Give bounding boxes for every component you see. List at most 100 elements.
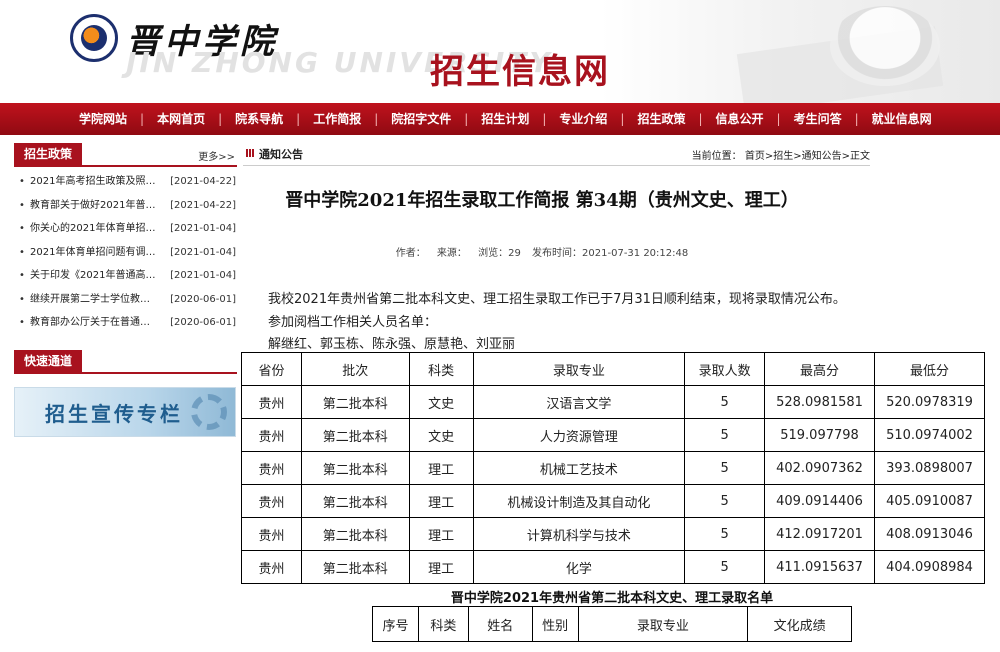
list-item-title[interactable]: 教育部关于做好2021年普… [30,194,168,218]
column-header: 录取专业 [472,352,686,386]
nav-item-majors[interactable]: 专业介绍 [546,103,620,135]
list-item-title[interactable]: 你关心的2021年体育单招… [30,217,168,241]
nav-item-enrollment-plan[interactable]: 招生计划 [468,103,542,135]
list-item-date: [2021-04-22] [170,199,236,211]
list-item-title[interactable]: 2021年体育单招问题有调… [30,241,168,265]
policy-box-header: 招生政策 更多>> [14,143,237,167]
list-item-date: [2021-04-22] [170,176,236,187]
table-row: 贵州 第二批本科 理工 机械工艺技术 5 402.0907362 393.0898007 [241,451,985,485]
meta-time: 发布时间：2021-07-31 20:12:48 [532,248,689,259]
table-cell: 贵州 [241,517,302,551]
table-cell: 5 [684,451,766,485]
list-item[interactable]: • 你关心的2021年体育单招… [2021-01-04] [14,217,237,241]
list-item-date: [2020-06-01] [170,317,236,328]
list-item-title[interactable]: 继续开展第二学士学位教… [30,288,168,312]
table-cell: 计算机科学与技术 [472,517,686,551]
table-cell: 理工 [408,550,474,584]
table-cell: 机械设计制造及其自动化 [472,484,686,518]
table-cell: 机械工艺技术 [472,451,686,485]
nav-item-admission-docs[interactable]: 院招字文件 [378,103,464,135]
table-row: 贵州 第二批本科 理工 机械设计制造及其自动化 5 409.0914406 405.0910… [241,484,985,518]
table-cell: 5 [684,517,766,551]
column-header: 姓名 [467,606,533,642]
table-cell: 贵州 [241,451,302,485]
nav-item-college-site[interactable]: 学院网站 [66,103,140,135]
table-cell: 汉语言文学 [472,385,686,419]
table-cell: 519.097798 [764,418,875,452]
admission-promo-banner[interactable]: 招生宣传专栏 [14,387,236,437]
column-header: 省份 [241,352,302,386]
university-seal-logo[interactable] [70,14,118,62]
table-cell: 贵州 [241,418,302,452]
article-paragraph: 我校2021年贵州省第二批本科文史、理工招生录取工作已于7月31日顺利结束，现将… [268,292,846,307]
table-cell: 人力资源管理 [472,418,686,452]
table-cell: 393.0898007 [874,451,985,485]
list-item[interactable]: • 2021年体育单招问题有调… [2021-01-04] [14,241,237,265]
column-header: 录取专业 [577,606,749,642]
table-cell: 第二批本科 [300,385,410,419]
table-cell: 理工 [408,484,474,518]
table-cell: 理工 [408,517,474,551]
table-cell: 第二批本科 [300,451,410,485]
admission-roster-table: 序号 科类 姓名 性别 录取专业 文化成绩 [372,606,852,642]
table-cell: 第二批本科 [300,484,410,518]
grid-icon [246,149,254,157]
list-item-title[interactable]: 关于印发《2021年普通高… [30,264,168,288]
column-header: 批次 [300,352,410,386]
table-cell: 409.0914406 [764,484,875,518]
table-cell: 412.0917201 [764,517,875,551]
table-cell: 贵州 [241,484,302,518]
roster-table-caption: 晋中学院2021年贵州省第二批本科文史、理工录取名单 [450,591,774,606]
list-item-date: [2021-01-04] [170,270,236,281]
table-cell: 第二批本科 [300,550,410,584]
list-item[interactable]: • 教育部关于做好2021年普… [2021-04-22] [14,194,237,218]
nav-item-work-briefs[interactable]: 工作简报 [300,103,374,135]
table-cell: 404.0908984 [874,550,985,584]
list-item-title[interactable]: 2021年高考招生政策及照… [30,170,168,194]
table-cell: 5 [684,385,766,419]
list-item[interactable]: • 继续开展第二学士学位教… [2020-06-01] [14,288,237,312]
column-header: 最高分 [764,352,875,386]
article-paragraph: 参加阅档工作相关人员名单： [268,315,438,330]
table-row: 贵州 第二批本科 文史 汉语言文学 5 528.0981581 520.0978319 [241,385,985,419]
meta-views: 浏览：29 [478,248,521,259]
list-item-title[interactable]: 教育部办公厅关于在普通… [30,311,168,335]
nav-item-policy[interactable]: 招生政策 [624,103,698,135]
column-header: 科类 [408,352,474,386]
table-cell: 化学 [472,550,686,584]
more-link[interactable]: 更多>> [198,148,235,163]
quick-box-title: 快速通道 [14,350,83,372]
column-header: 文化成绩 [747,606,852,642]
list-item[interactable]: • 2021年高考招生政策及照… [2021-04-22] [14,170,237,194]
meta-author: 作者： [395,248,426,259]
table-cell: 408.0913046 [874,517,985,551]
table-cell: 5 [684,550,766,584]
list-item[interactable]: • 关于印发《2021年普通高… [2021-01-04] [14,264,237,288]
list-item-date: [2021-01-04] [170,246,236,258]
list-item-date: [2021-01-04] [170,223,236,234]
breadcrumb[interactable]: 当前位置： 首页>招生>通知公告>正文 [692,147,870,162]
table-cell: 411.0915637 [764,550,875,584]
main-nav: 学院网站 | 本网首页 | 院系导航 | 工作简报 | 院招字文件 | 招生计划 | 专业介… [0,103,1000,135]
breadcrumb-bar: 通知公告 当前位置： 首页>招生>通知公告>正文 [243,143,870,166]
nav-item-faq[interactable]: 考生问答 [781,103,855,135]
table-cell: 贵州 [241,550,302,584]
column-header: 最低分 [874,352,985,386]
table-cell: 405.0910087 [874,484,985,518]
article-title: 晋中学院2021年招生录取工作简报 第34期（贵州文史、理工） [285,190,799,211]
admission-summary-table: 省份 批次 科类 录取专业 录取人数 最高分 最低分 贵州 第二批本科 文史 汉语言文… [241,352,985,584]
table-cell: 第二批本科 [300,517,410,551]
table-cell: 第二批本科 [300,418,410,452]
nav-item-disclosure[interactable]: 信息公开 [703,103,777,135]
table-cell: 5 [684,418,766,452]
nav-item-home[interactable]: 本网首页 [144,103,218,135]
nav-item-departments[interactable]: 院系导航 [222,103,296,135]
nav-item-employment[interactable]: 就业信息网 [859,103,945,135]
table-cell: 510.0974002 [874,418,985,452]
section-title: 通知公告 [259,148,303,161]
meta-source: 来源： [436,248,467,259]
table-cell: 文史 [408,418,474,452]
table-row: 贵州 第二批本科 理工 化学 5 411.0915637 404.0908984 [241,550,985,584]
list-item[interactable]: • 教育部办公厅关于在普通… [2020-06-01] [14,311,237,335]
table-cell: 文史 [408,385,474,419]
